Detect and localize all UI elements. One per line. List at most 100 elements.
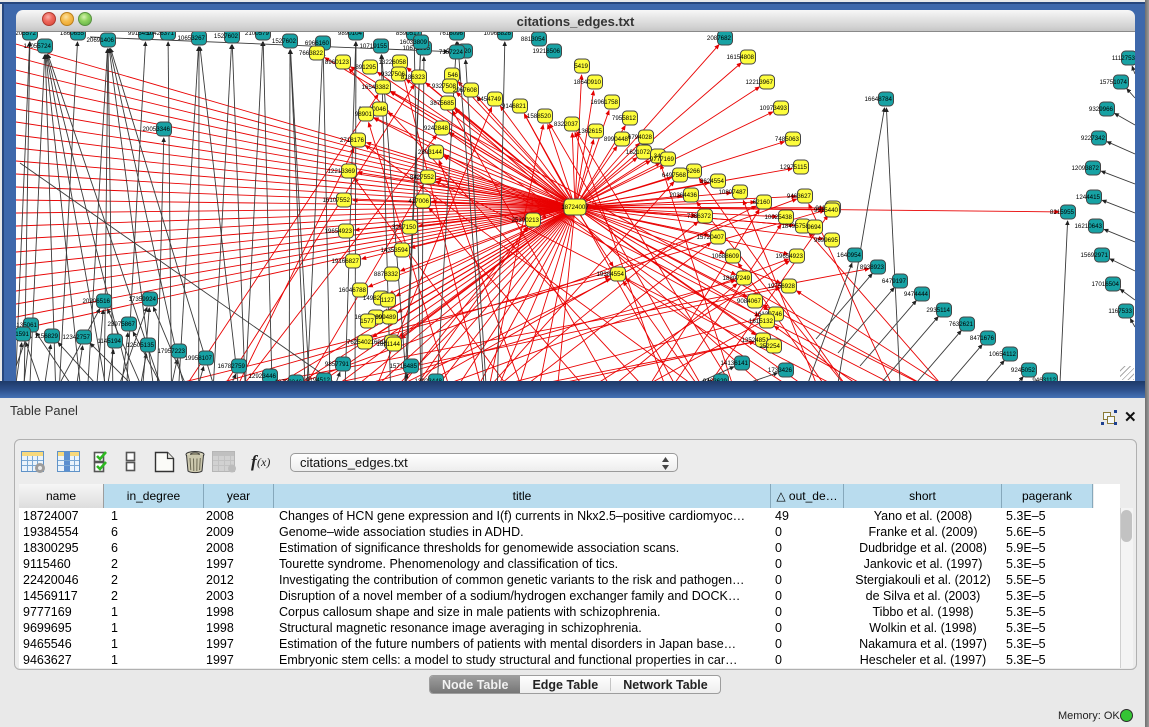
- svg-text:10719155: 10719155: [359, 43, 387, 50]
- svg-text:1615132: 1615132: [749, 318, 774, 325]
- svg-text:15716485: 15716485: [389, 363, 417, 370]
- svg-text:6794028: 6794028: [628, 134, 653, 141]
- svg-text:20206516: 20206516: [82, 298, 110, 305]
- svg-text:1362615: 1362615: [578, 128, 603, 135]
- svg-text:16961758: 16961758: [590, 99, 618, 106]
- svg-text:17957223: 17957223: [157, 348, 185, 355]
- svg-text:891295: 891295: [355, 64, 376, 71]
- svg-text:20053346: 20053346: [142, 126, 170, 133]
- svg-text:12093872: 12093872: [1071, 165, 1099, 172]
- svg-text:10426371: 10426371: [146, 32, 174, 37]
- svg-text:9463629: 9463629: [703, 378, 728, 381]
- svg-text:2718176: 2718176: [340, 137, 365, 144]
- svg-text:417006: 417006: [408, 198, 429, 205]
- svg-text:15692971: 15692971: [1080, 252, 1108, 259]
- svg-text:16033809: 16033809: [399, 39, 427, 46]
- svg-text:1167533: 1167533: [1108, 308, 1132, 315]
- svg-text:10792346: 10792346: [274, 379, 302, 381]
- svg-text:12505135: 12505135: [126, 342, 154, 349]
- svg-text:8186323: 8186323: [401, 74, 426, 81]
- svg-text:3875685: 3875685: [430, 100, 455, 107]
- svg-text:8960123: 8960123: [325, 59, 350, 66]
- svg-text:16210643: 16210643: [1074, 223, 1102, 230]
- svg-text:16543382: 16543382: [361, 84, 389, 91]
- svg-text:10653267: 10653267: [177, 35, 205, 42]
- svg-text:1156829: 1156829: [34, 333, 58, 340]
- svg-text:9194512: 9194512: [306, 377, 331, 381]
- svg-text:1527602: 1527602: [214, 33, 239, 40]
- svg-text:9777169: 9777169: [650, 156, 675, 163]
- svg-text:1577: 1577: [360, 318, 374, 325]
- svg-text:7625402: 7625402: [347, 339, 372, 346]
- svg-text:9329966: 9329966: [1089, 106, 1114, 113]
- svg-text:2967608: 2967608: [453, 87, 478, 94]
- svg-text:7632621: 7632621: [949, 321, 974, 328]
- svg-text:19756928: 19756928: [767, 283, 795, 290]
- svg-text:13226058: 13226058: [378, 59, 406, 66]
- svg-text:10973493: 10973493: [759, 105, 787, 112]
- svg-text:6479197: 6479197: [882, 278, 907, 285]
- svg-text:1621072: 1621072: [626, 149, 651, 156]
- svg-text:9890104: 9890104: [338, 32, 363, 37]
- svg-text:16782759: 16782759: [217, 363, 245, 370]
- svg-text:16648784: 16648784: [864, 96, 892, 103]
- svg-text:1127: 1127: [381, 297, 395, 304]
- svg-text:7663822: 7663822: [299, 50, 324, 57]
- svg-text:7386372: 7386372: [687, 213, 712, 220]
- svg-text:19654923: 19654923: [324, 228, 352, 235]
- svg-text:10654112: 10654112: [989, 351, 1017, 358]
- svg-text:14055724: 14055724: [23, 43, 51, 50]
- svg-text:8454749: 8454749: [477, 96, 502, 103]
- svg-text:2087682: 2087682: [707, 35, 732, 42]
- svg-text:9857791: 9857791: [325, 361, 350, 368]
- svg-text:546: 546: [448, 72, 459, 79]
- svg-text:18724007: 18724007: [561, 204, 589, 211]
- svg-text:12342757: 12342757: [62, 334, 90, 341]
- svg-text:1733426: 1733426: [768, 367, 793, 374]
- svg-text:62160: 62160: [753, 199, 771, 206]
- svg-text:10688609: 10688609: [711, 253, 739, 260]
- svg-text:1588520: 1588520: [527, 113, 552, 120]
- svg-text:6497568: 6497568: [662, 172, 687, 179]
- svg-text:8427552: 8427552: [410, 174, 435, 181]
- svg-text:23975867: 23975867: [107, 321, 135, 328]
- svg-text:2100579: 2100579: [245, 32, 270, 37]
- svg-text:15720407: 15720407: [696, 234, 724, 241]
- svg-text:1860655: 1860655: [60, 32, 85, 37]
- svg-text:1527602: 1527602: [272, 38, 297, 45]
- svg-text:25300213: 25300213: [511, 217, 539, 224]
- svg-text:12923446: 12923446: [248, 373, 276, 380]
- svg-text:5419: 5419: [574, 63, 588, 70]
- svg-text:8938923: 8938923: [860, 264, 885, 271]
- svg-text:16154808: 16154808: [726, 54, 754, 61]
- svg-text:9146821: 9146821: [502, 103, 527, 110]
- svg-text:9245052: 9245052: [1011, 367, 1036, 374]
- svg-text:1691144: 1691144: [376, 341, 400, 348]
- svg-text:18807249: 18807249: [722, 275, 750, 282]
- svg-text:17016504: 17016504: [1091, 281, 1119, 288]
- svg-text:9474444: 9474444: [904, 291, 929, 298]
- svg-text:(x): (x): [257, 455, 270, 469]
- svg-text:9084067: 9084067: [737, 298, 762, 305]
- svg-text:8215955: 8215955: [1050, 209, 1075, 216]
- svg-text:7357224: 7357224: [439, 49, 464, 56]
- svg-text:19218506: 19218506: [532, 48, 560, 55]
- svg-text:1244415: 1244415: [1076, 194, 1101, 201]
- svg-text:12213967: 12213967: [745, 79, 773, 86]
- svg-text:12923448: 12923448: [414, 378, 442, 381]
- svg-text:10965826: 10965826: [483, 32, 511, 37]
- svg-text:14136141: 14136141: [720, 360, 748, 367]
- svg-text:10807487: 10807487: [718, 189, 746, 196]
- svg-text:9463112: 9463112: [1032, 377, 1056, 381]
- svg-text:7485063: 7485063: [775, 136, 800, 143]
- svg-text:9242848: 9242848: [424, 125, 449, 132]
- svg-text:9699695: 9699695: [814, 237, 839, 244]
- svg-text:3624554: 3624554: [700, 178, 725, 185]
- svg-text:252254: 252254: [759, 343, 780, 350]
- svg-text:19654923: 19654923: [775, 253, 803, 260]
- svg-text:15751074: 15751074: [1099, 79, 1127, 86]
- svg-text:16107552: 16107552: [322, 197, 350, 204]
- svg-text:12213369: 12213369: [327, 168, 355, 175]
- svg-text:16046788: 16046788: [338, 287, 366, 294]
- svg-text:19384554: 19384554: [596, 271, 624, 278]
